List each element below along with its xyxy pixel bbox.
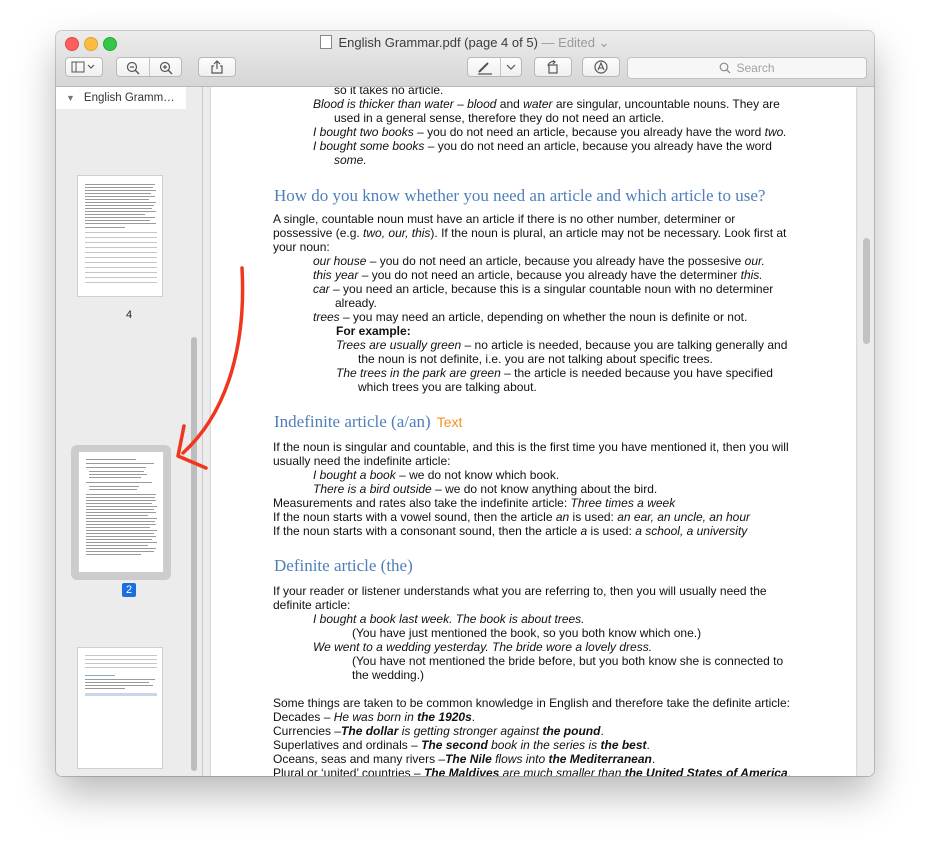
doc-line: There is a bird outside – we do not know… [313, 482, 658, 496]
page-label-4: 4 [125, 309, 133, 321]
doc-line: Blood is thicker than water – blood and … [313, 97, 780, 111]
pdf-page: so it takes no article. Blood is thicker… [211, 87, 856, 776]
page-thumbnail-4[interactable] [77, 175, 163, 297]
zoom-in-icon[interactable] [159, 61, 173, 75]
doc-line: If the noun is singular and countable, a… [273, 440, 789, 454]
chevron-down-icon[interactable] [506, 64, 516, 71]
doc-line: Some things are taken to be common knowl… [273, 696, 790, 710]
edited-indicator[interactable]: — Edited ⌄ [542, 35, 610, 50]
sidebar-scrollbar[interactable] [191, 337, 197, 771]
doc-line: The trees in the park are green – the ar… [336, 366, 773, 380]
doc-line: A single, countable noun must have an ar… [273, 212, 736, 226]
doc-line: Measurements and rates also take the ind… [273, 496, 676, 510]
sidebar-document-row[interactable]: ▼ English Gramm… [56, 87, 186, 109]
doc-line: already. [335, 296, 377, 310]
doc-line: Oceans, seas and many rivers –The Nile f… [273, 752, 656, 766]
doc-line: car – you need an article, because this … [313, 282, 774, 296]
markup-pen-icon[interactable] [477, 61, 493, 75]
doc-line: so it takes no article. [334, 87, 444, 97]
doc-line: We went to a wedding yesterday. The brid… [313, 640, 653, 654]
doc-line: If the noun starts with a vowel sound, t… [273, 510, 750, 524]
disclosure-triangle-icon[interactable]: ▼ [66, 93, 75, 103]
zoom-out-icon[interactable] [126, 61, 140, 75]
doc-line: For example: [336, 324, 411, 338]
window-title: English Grammar.pdf (page 4 of 5) — Edit… [56, 35, 874, 51]
doc-line: (You have just mentioned the book, so yo… [352, 626, 702, 640]
markup-control [467, 57, 522, 77]
pdf-document-icon [320, 35, 333, 49]
doc-line: I bought some books – you do not need an… [313, 139, 772, 153]
doc-line: If your reader or listener understands w… [273, 584, 767, 598]
doc-line: the wedding.) [352, 668, 425, 682]
doc-line: (You have not mentioned the bride before… [352, 654, 784, 668]
annotate-button[interactable] [582, 57, 620, 77]
doc-line: Plural or ‘united’ countries – The Maldi… [273, 766, 791, 776]
zoom-control [116, 57, 182, 77]
doc-line: Trees are usually green – no article is … [336, 338, 788, 352]
doc-line: possessive (e.g. two, our, this). If the… [273, 226, 787, 240]
annotate-icon [594, 60, 608, 74]
search-icon [720, 62, 731, 74]
section-heading: How do you know whether you need an arti… [274, 186, 766, 205]
doc-line: Decades – He was born in the 1920s. [273, 710, 476, 724]
doc-line: I bought two books – you do not need an … [313, 125, 787, 139]
doc-line: definite article: [273, 598, 351, 612]
page-label-2: 2 [56, 583, 202, 597]
title-bar: English Grammar.pdf (page 4 of 5) — Edit… [56, 31, 874, 87]
document-scrollbar[interactable] [863, 238, 870, 344]
section-heading: Indefinite article (a/an) Text [274, 412, 463, 431]
doc-line: I bought a book – we do not know which b… [313, 468, 560, 482]
sidebar-view-button[interactable] [65, 57, 103, 77]
share-icon [211, 60, 223, 74]
section-heading: Definite article (the) [274, 556, 413, 575]
page-thumbnail-5[interactable] [77, 647, 163, 769]
share-button[interactable] [198, 57, 236, 77]
search-field[interactable]: Search [627, 57, 867, 79]
thumbnail-sidebar: ▼ English Gramm… 4 2 [56, 87, 203, 776]
preview-window: English Grammar.pdf (page 4 of 5) — Edit… [56, 31, 874, 776]
doc-line: usually need the indefinite article: [273, 454, 451, 468]
document-view: so it takes no article. Blood is thicker… [203, 87, 874, 776]
doc-line: If the noun starts with a consonant soun… [273, 524, 748, 538]
doc-line: Superlatives and ordinals – The second b… [273, 738, 650, 752]
page-thumbnail-2[interactable] [78, 451, 164, 573]
doc-line: your noun: [273, 240, 330, 254]
doc-line: Currencies –The dollar is getting strong… [273, 724, 604, 738]
sidebar-toggle-icon [71, 61, 95, 73]
doc-line: which trees you are talking about. [358, 380, 537, 394]
rotate-icon [547, 60, 558, 74]
doc-line: trees – you may need an article, dependi… [313, 310, 748, 324]
doc-line: this year – you do not need an article, … [313, 268, 763, 282]
doc-line: the noun is not definite, i.e. you are n… [358, 352, 713, 366]
rotate-button[interactable] [534, 57, 572, 77]
doc-line: our house – you do not need an article, … [313, 254, 765, 268]
text-annotation[interactable]: Text [437, 414, 463, 430]
doc-line: some. [334, 153, 367, 167]
doc-line: used in a general sense, therefore they … [334, 111, 665, 125]
doc-line: I bought a book last week. The book is a… [313, 612, 585, 626]
